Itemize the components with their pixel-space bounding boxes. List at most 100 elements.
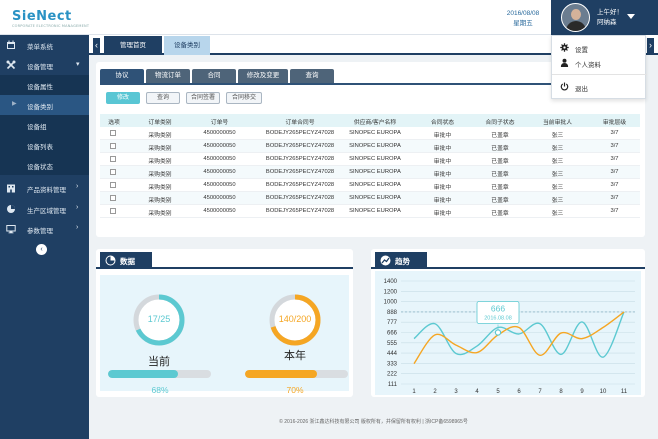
- row-checkbox[interactable]: [110, 195, 116, 201]
- y-tick-label: 1200: [384, 289, 398, 295]
- subtab-contract[interactable]: 合同: [192, 69, 236, 83]
- table-cell: 3/7: [610, 208, 619, 214]
- table-row[interactable]: 采购类别 4500000050 BODEJY265PECYZ47028 SINOPEC…: [100, 140, 640, 153]
- row-checkbox[interactable]: [110, 143, 116, 149]
- sidebar-item-parameters[interactable]: 参数管理 ›: [0, 219, 89, 239]
- table-cell: 已盖章: [491, 211, 509, 217]
- weekday-text: 星期五: [513, 20, 533, 27]
- subtab-logistics[interactable]: 物流订单: [146, 69, 190, 83]
- table-cell: 张三: [551, 185, 564, 191]
- table-row[interactable]: 采购类别 4500000050 BODEJY265PECYZ47028 SINOPEC…: [100, 166, 640, 179]
- logo[interactable]: SieNect CORPORATE ELECTRONIC MANAGEMENT: [12, 9, 89, 28]
- table-cell: BODEJY265PECYZ47028: [265, 143, 335, 149]
- sidebar-item-label: 菜单系统: [27, 44, 53, 51]
- tab-label: 管理首页: [120, 42, 146, 49]
- table-cell: 审批中: [433, 133, 452, 139]
- tabs-scroll-left-button[interactable]: ‹: [93, 38, 100, 53]
- table-row[interactable]: 采购类别 4500000050 BODEJY265PECYZ47028 SINOPEC…: [100, 192, 640, 205]
- sidebar-subitem-device-attributes[interactable]: 设备属性: [0, 75, 89, 95]
- current-ring-value: 17/25: [147, 314, 171, 324]
- contract-transfer-button[interactable]: 合同移交: [226, 92, 262, 104]
- y-tick-label: 111: [388, 382, 398, 388]
- tab-home[interactable]: 管理首页: [104, 36, 162, 55]
- column-header: 合同子状态: [485, 120, 515, 126]
- collapse-sidebar-button[interactable]: ‹: [36, 244, 47, 255]
- user-menu-toggle[interactable]: 上午好！ 阿纳森: [551, 0, 658, 35]
- y-tick-label: 1400: [384, 279, 398, 285]
- table-row[interactable]: 采购类别 4500000050 BODEJY265PECYZ47028 SINOPEC…: [100, 205, 640, 218]
- sidebar-item-production-area[interactable]: 生产区域管理 ›: [0, 199, 89, 219]
- table-cell: 审批中: [433, 172, 452, 178]
- trend-card-header: 趋势: [371, 249, 645, 269]
- subtab-protocol[interactable]: 协议: [100, 69, 144, 83]
- sidebar-subitem-label: 设备类别: [27, 104, 53, 111]
- y-tick-label: 888: [387, 310, 398, 316]
- sidebar-item-menu-system[interactable]: 菜单系统: [0, 35, 89, 55]
- date-text: 2016/08/08: [506, 10, 540, 17]
- table-row[interactable]: 采购类别 4500000050 BODEJY265PECYZ47028 SINOPEC…: [100, 179, 640, 192]
- table-cell: 已盖章: [491, 133, 509, 139]
- subtab-label: 物流订单: [155, 72, 181, 79]
- menu-item-label: 个人资料: [575, 62, 601, 69]
- table-cell: 3/7: [610, 195, 619, 201]
- subtab-label: 查询: [305, 72, 319, 79]
- sidebar-item-device-management[interactable]: 设备管理 ▾: [0, 55, 89, 75]
- table-cell: 3/7: [610, 169, 619, 175]
- chevron-right-icon: ›: [76, 183, 79, 190]
- current-progress-fill: [108, 370, 179, 378]
- chevron-left-icon: ‹: [40, 246, 43, 253]
- row-checkbox[interactable]: [110, 130, 116, 136]
- current-percent: 68%: [151, 385, 169, 395]
- menu-item-profile[interactable]: 个人资料: [552, 56, 647, 70]
- sidebar-subitem-label: 设备状态: [27, 164, 53, 171]
- highlight-point[interactable]: [494, 329, 502, 336]
- sidebar-item-product-data[interactable]: 产品资料管理 ›: [0, 178, 89, 198]
- row-checkbox[interactable]: [110, 156, 116, 162]
- table-cell: BODEJY265PECYZ47028: [265, 169, 335, 175]
- row-checkbox[interactable]: [110, 182, 116, 188]
- table-row[interactable]: 采购类别 4500000050 BODEJY265PECYZ47028 SINOPEC…: [100, 127, 640, 140]
- sidebar-subitem-label: 设备组: [27, 124, 47, 131]
- table-cell: SINOPEC EUROPA: [349, 156, 401, 162]
- menu-item-settings[interactable]: 设置: [552, 41, 647, 55]
- tabs-scroll-right-button[interactable]: ›: [647, 38, 654, 53]
- card-title-text: 趋势: [395, 257, 410, 266]
- sidebar-subitem-device-list[interactable]: 设备列表: [0, 135, 89, 155]
- subtab-label: 合同: [207, 72, 221, 79]
- contract-sign-button[interactable]: 合同签署: [186, 92, 220, 104]
- chevron-down-icon[interactable]: [627, 14, 635, 19]
- sidebar-item-label: 产品资料管理: [27, 187, 66, 194]
- table-cell: 张三: [551, 198, 564, 204]
- table-cell: 审批中: [433, 185, 452, 191]
- data-card: 数据 17/25 当前 68% 140/200 本年 70%: [96, 249, 353, 397]
- sidebar-item-label: 设备管理: [27, 64, 53, 71]
- sidebar-subitem-device-group[interactable]: 设备组: [0, 115, 89, 135]
- column-header: 订单号: [210, 120, 229, 126]
- logo-subtitle: CORPORATE ELECTRONIC MANAGEMENT: [12, 24, 90, 28]
- table-cell: SINOPEC EUROPA: [349, 169, 401, 175]
- button-label: 合同签署: [190, 95, 215, 101]
- table-row[interactable]: 采购类别 4500000050 BODEJY265PECYZ47028 SINOPEC…: [100, 153, 640, 166]
- subtab-changes[interactable]: 修改及变更: [238, 69, 288, 83]
- table-cell: 采购类别: [148, 159, 172, 165]
- query-button[interactable]: 查询: [146, 92, 180, 104]
- sidebar-item-label: 生产区域管理: [27, 208, 66, 215]
- y-tick-label: 555: [387, 341, 398, 347]
- table-cell: 已盖章: [491, 172, 509, 178]
- table-cell: SINOPEC EUROPA: [349, 130, 401, 136]
- column-header: 供应商/客户名称: [353, 120, 397, 126]
- sidebar-subitem-device-status[interactable]: 设备状态: [0, 155, 89, 175]
- subtab-query[interactable]: 查询: [290, 69, 334, 83]
- tools-icon: [6, 60, 16, 70]
- sidebar-subitem-device-category[interactable]: ▶ 设备类别: [0, 95, 89, 115]
- row-checkbox[interactable]: [110, 169, 116, 175]
- row-checkbox[interactable]: [110, 208, 116, 214]
- table-cell: BODEJY265PECYZ47028: [265, 156, 335, 162]
- tab-device-category[interactable]: 设备类别: [164, 36, 210, 55]
- subtab-label: 协议: [115, 72, 129, 79]
- edit-button[interactable]: 修改: [106, 92, 140, 104]
- greeting-text: 上午好！: [597, 9, 623, 16]
- table-cell: 4500000050: [203, 130, 236, 136]
- sidebar-subitem-label: 设备列表: [27, 144, 53, 151]
- menu-item-logout[interactable]: 退出: [552, 80, 647, 94]
